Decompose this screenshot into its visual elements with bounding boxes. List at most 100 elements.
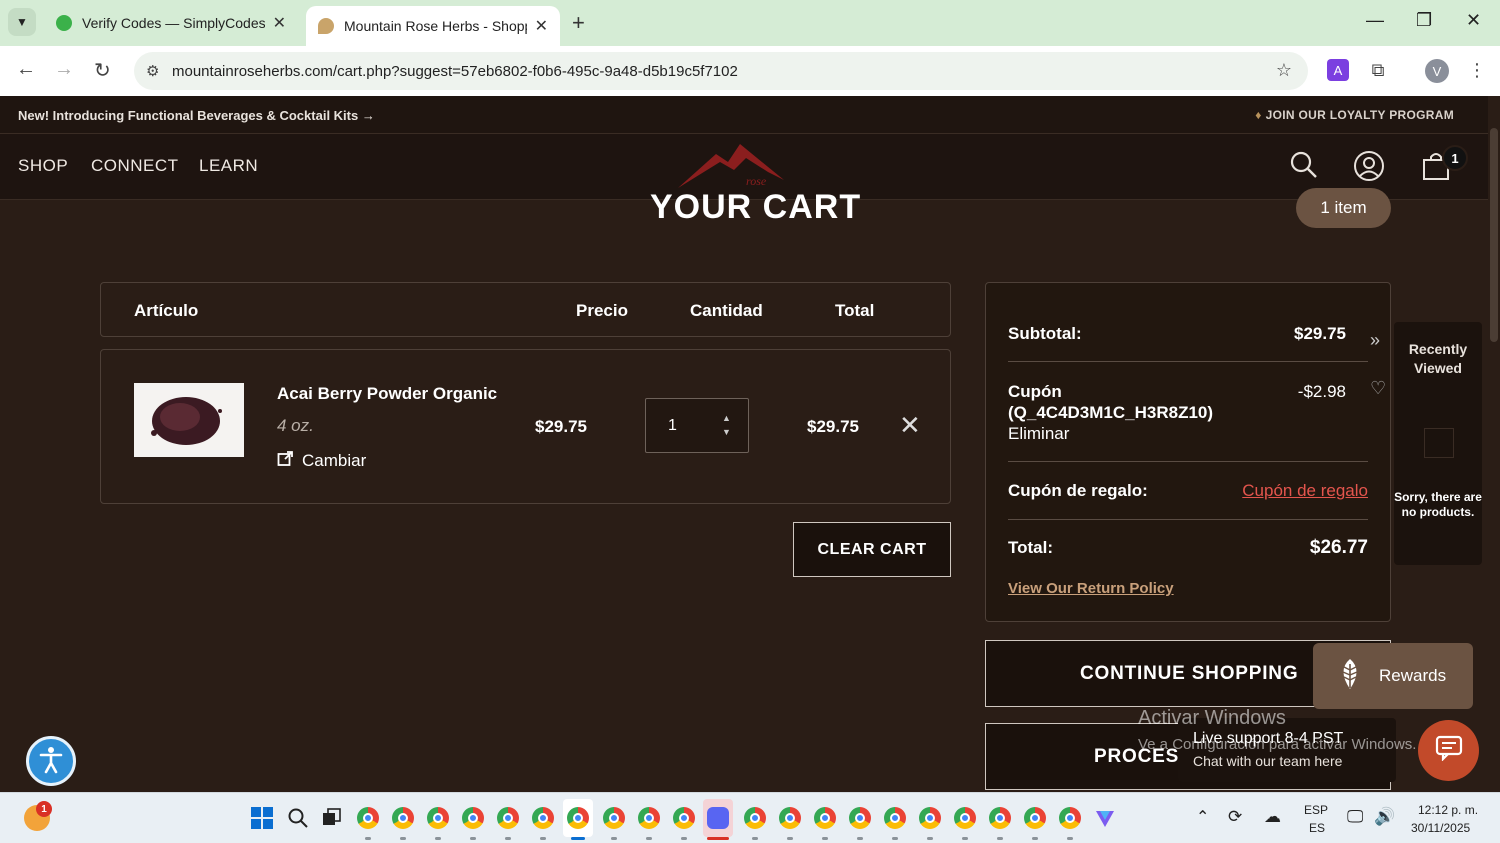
- change-option-link[interactable]: Cambiar: [277, 450, 366, 472]
- account-icon[interactable]: [1353, 150, 1385, 187]
- site-settings-icon[interactable]: ⚙: [146, 62, 159, 80]
- product-price: $29.75: [535, 417, 587, 436]
- clear-cart-button[interactable]: CLEAR CART: [793, 522, 951, 577]
- lang-region[interactable]: ES: [1309, 821, 1325, 835]
- chrome-taskbar-icon[interactable]: [779, 807, 801, 829]
- divider: [1008, 361, 1368, 362]
- tab-mountain-rose[interactable]: Mountain Rose Herbs - Shoppin ✕: [306, 6, 560, 46]
- chrome-taskbar-icon[interactable]: [603, 807, 625, 829]
- cart-item-row: Acai Berry Powder Organic 4 oz. Cambiar …: [100, 349, 951, 504]
- windows-activation-subtitle: Ve a Configuración para activar Windows.: [1138, 736, 1417, 753]
- url-text: mountainroseherbs.com/cart.php?suggest=5…: [172, 62, 738, 80]
- forward-icon[interactable]: →: [54, 58, 74, 81]
- simplycodes-favicon-icon: [56, 15, 72, 31]
- volume-icon[interactable]: 🔊: [1374, 807, 1395, 827]
- header-item: Artículo: [134, 301, 199, 320]
- task-view-icon[interactable]: [321, 807, 343, 829]
- menu-kebab-icon[interactable]: ⋮: [1466, 59, 1488, 81]
- chrome-taskbar-icon[interactable]: [462, 807, 484, 829]
- chrome-taskbar-icon[interactable]: [638, 807, 660, 829]
- sync-tray-icon[interactable]: ⟳: [1228, 807, 1242, 827]
- product-size: 4 oz.: [277, 416, 314, 435]
- loyalty-program-link[interactable]: ♦ JOIN OUR LOYALTY PROGRAM: [1255, 108, 1454, 122]
- nav-shop[interactable]: SHOP: [18, 156, 68, 176]
- scrollbar-thumb[interactable]: [1490, 128, 1498, 342]
- chrome-taskbar-icon[interactable]: [744, 807, 766, 829]
- accessibility-icon: [36, 744, 66, 779]
- chrome-taskbar-icon[interactable]: [1024, 807, 1046, 829]
- network-icon[interactable]: 🖵: [1347, 807, 1363, 827]
- nav-learn[interactable]: LEARN: [199, 156, 258, 176]
- lang-code[interactable]: ESP: [1304, 803, 1328, 817]
- windows-start-icon[interactable]: [251, 807, 273, 829]
- clock-time[interactable]: 12:12 p. m.: [1418, 803, 1478, 817]
- header-price: Precio: [576, 301, 628, 320]
- gift-coupon-link[interactable]: Cupón de regalo: [1242, 481, 1368, 501]
- nav-connect[interactable]: CONNECT: [91, 156, 179, 176]
- clock-date[interactable]: 30/11/2025: [1411, 821, 1470, 835]
- profile-avatar[interactable]: V: [1425, 59, 1449, 83]
- chrome-taskbar-icon[interactable]: [849, 807, 871, 829]
- tray-expand-icon[interactable]: ⌃: [1196, 807, 1209, 827]
- reload-icon[interactable]: ↻: [94, 58, 111, 83]
- close-window-icon[interactable]: ✕: [1466, 10, 1481, 31]
- quantity-stepper[interactable]: 1 ▲ ▼: [645, 398, 749, 453]
- chrome-taskbar-icon[interactable]: [1059, 807, 1081, 829]
- taskbar-search-icon[interactable]: [287, 807, 309, 829]
- recently-viewed-title: Recently Viewed: [1408, 341, 1468, 376]
- coupon-remove-link[interactable]: Eliminar: [1008, 423, 1368, 444]
- quantity-value: 1: [668, 417, 677, 434]
- item-count-badge: 1 item: [1296, 188, 1391, 228]
- site-logo[interactable]: rose: [676, 140, 786, 190]
- browser-toolbar: ← → ↻ ⚙ mountainroseherbs.com/cart.php?s…: [0, 46, 1500, 96]
- extension-a-icon[interactable]: A: [1327, 59, 1349, 81]
- cart-table-header: Artículo Precio Cantidad Total: [100, 282, 951, 337]
- external-link-icon: [277, 450, 294, 472]
- bookmark-star-icon[interactable]: ☆: [1276, 60, 1292, 81]
- chrome-taskbar-icon[interactable]: [884, 807, 906, 829]
- gift-coupon-row: Cupón de regalo: Cupón de regalo: [1008, 481, 1368, 501]
- decrement-arrow-icon[interactable]: ▼: [722, 427, 731, 437]
- restore-icon[interactable]: ❐: [1416, 10, 1432, 31]
- increment-arrow-icon[interactable]: ▲: [722, 413, 731, 423]
- app-v-taskbar-icon[interactable]: [1094, 807, 1116, 829]
- chrome-taskbar-icon[interactable]: [673, 807, 695, 829]
- chrome-taskbar-icon-active[interactable]: [567, 807, 589, 829]
- product-name-link[interactable]: Acai Berry Powder Organic: [277, 384, 497, 404]
- product-image[interactable]: [134, 383, 244, 457]
- close-tab-icon[interactable]: ✕: [273, 13, 286, 33]
- chrome-taskbar-icon[interactable]: [392, 807, 414, 829]
- tab-simplycodes[interactable]: Verify Codes — SimplyCodes ✕: [44, 6, 298, 40]
- chrome-taskbar-icon[interactable]: [497, 807, 519, 829]
- heart-icon[interactable]: ♡: [1370, 378, 1386, 399]
- new-tab-icon[interactable]: +: [572, 10, 585, 36]
- chrome-taskbar-icon[interactable]: [919, 807, 941, 829]
- total-row: Total: $26.77: [1008, 537, 1368, 558]
- onedrive-cloud-icon[interactable]: ☁: [1264, 807, 1281, 827]
- collapse-recently-viewed-icon[interactable]: »: [1370, 330, 1380, 351]
- search-icon[interactable]: [1289, 150, 1319, 185]
- mountain-rose-favicon-icon: [318, 18, 334, 34]
- remove-item-icon[interactable]: ✕: [899, 410, 921, 441]
- chrome-taskbar-icon[interactable]: [989, 807, 1011, 829]
- placeholder-image-icon: [1424, 428, 1454, 458]
- chat-launcher-button[interactable]: [1418, 720, 1479, 781]
- chrome-taskbar-icon[interactable]: [427, 807, 449, 829]
- tab-search-dropdown[interactable]: ▼: [8, 8, 36, 36]
- return-policy-link[interactable]: View Our Return Policy: [1008, 580, 1174, 597]
- extensions-puzzle-icon[interactable]: ⧉: [1367, 59, 1389, 81]
- accessibility-button[interactable]: [26, 736, 76, 786]
- close-tab-icon[interactable]: ✕: [535, 16, 548, 36]
- chrome-taskbar-icon[interactable]: [532, 807, 554, 829]
- minimize-icon[interactable]: —: [1366, 10, 1384, 31]
- rewards-launcher[interactable]: Rewards: [1313, 643, 1473, 709]
- subtotal-row: Subtotal: $29.75: [1008, 324, 1346, 343]
- mountain-logo-icon: [678, 144, 784, 188]
- address-bar[interactable]: ⚙ mountainroseherbs.com/cart.php?suggest…: [134, 52, 1308, 90]
- chrome-taskbar-icon[interactable]: [814, 807, 836, 829]
- promo-link[interactable]: New! Introducing Functional Beverages & …: [18, 108, 375, 123]
- back-icon[interactable]: ←: [16, 58, 36, 81]
- chrome-taskbar-icon[interactable]: [357, 807, 379, 829]
- chrome-taskbar-icon[interactable]: [954, 807, 976, 829]
- discord-taskbar-icon[interactable]: [707, 807, 729, 829]
